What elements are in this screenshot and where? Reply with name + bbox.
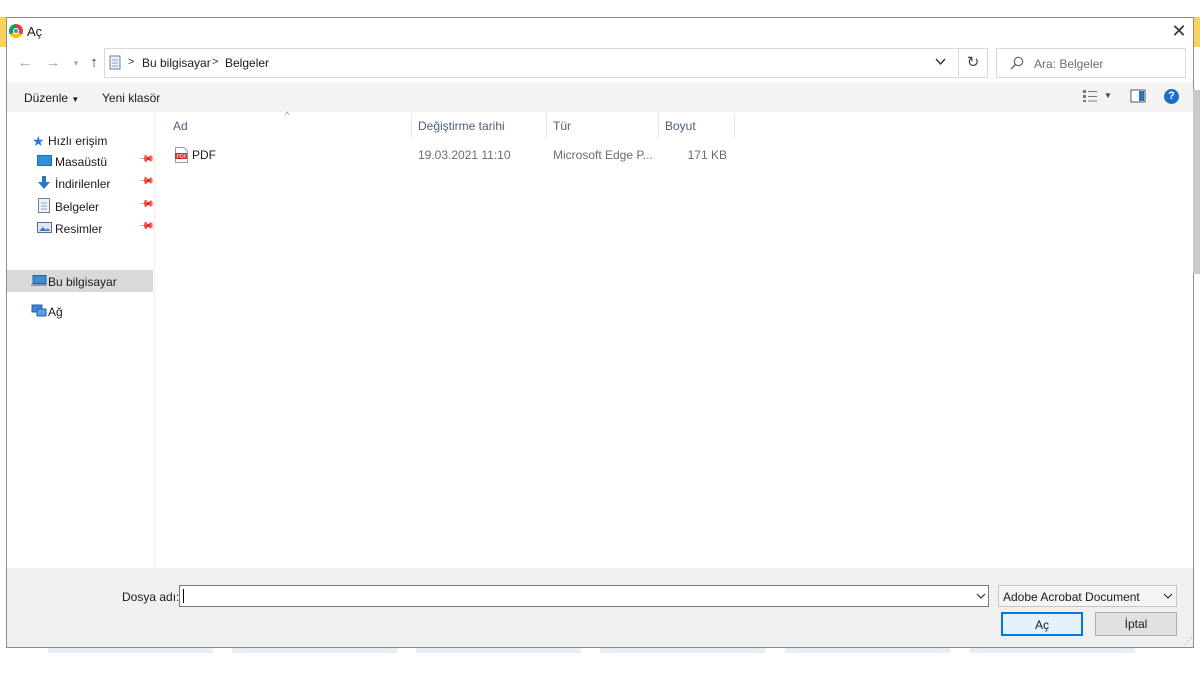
sidebar-item-label: Masaüstü xyxy=(55,155,108,169)
background-edge-right xyxy=(1194,17,1200,47)
sidebar-item-desktop[interactable]: Masaüstü 📌 xyxy=(7,151,155,173)
file-size: 171 KB xyxy=(687,148,727,162)
star-icon: ★ xyxy=(32,133,45,149)
title-bar xyxy=(7,18,1193,46)
view-options-icon[interactable] xyxy=(1082,89,1098,103)
pin-icon: 📌 xyxy=(137,151,155,168)
search-icon xyxy=(1010,56,1024,70)
open-button[interactable]: Aç xyxy=(1001,612,1083,636)
text-cursor xyxy=(183,589,184,603)
column-header-type[interactable]: Tür xyxy=(553,119,571,143)
pin-icon: 📌 xyxy=(137,218,155,235)
network-icon xyxy=(31,304,47,317)
background-tile xyxy=(970,648,1135,653)
sidebar-item-network[interactable]: Ağ xyxy=(7,300,153,322)
column-separator xyxy=(734,114,735,138)
sort-arrow-icon: ^ xyxy=(285,110,290,120)
file-name: PDF xyxy=(192,148,216,162)
sidebar-item-label: Resimler xyxy=(55,222,103,236)
command-bar xyxy=(7,82,1193,112)
view-dropdown-icon[interactable]: ▼ xyxy=(1104,91,1112,100)
breadcrumb-separator-icon: > xyxy=(128,56,135,68)
address-dropdown-icon[interactable] xyxy=(935,58,946,66)
sidebar-item-pictures[interactable]: Resimler 📌 xyxy=(7,218,155,240)
search-placeholder: Ara: Belgeler xyxy=(1034,57,1104,71)
documents-icon xyxy=(38,198,50,213)
breadcrumb-separator-icon: > xyxy=(212,56,219,68)
downloads-icon xyxy=(38,176,50,189)
background-tile xyxy=(785,648,950,653)
sidebar-item-label: Hızlı erişim xyxy=(48,134,108,148)
background-top xyxy=(0,0,1200,17)
column-header-date[interactable]: Değiştirme tarihi xyxy=(418,119,505,143)
cancel-button[interactable]: İptal xyxy=(1095,612,1177,636)
column-separator xyxy=(546,114,547,138)
file-type-selected: Adobe Acrobat Document xyxy=(1003,590,1140,604)
sidebar-item-label: Belgeler xyxy=(55,200,100,214)
help-icon[interactable]: ? xyxy=(1164,89,1179,104)
column-header-name[interactable]: Ad xyxy=(173,119,188,143)
recent-locations-dropdown[interactable]: ▾ xyxy=(66,54,86,72)
window-title: Aç xyxy=(27,24,43,39)
close-button[interactable]: ✕ xyxy=(1168,20,1190,42)
preview-pane-icon[interactable] xyxy=(1130,89,1146,103)
page-scrollbar[interactable] xyxy=(1193,90,1200,274)
sidebar-item-label: Ağ xyxy=(48,305,63,319)
file-date: 19.03.2021 11:10 xyxy=(418,148,511,162)
desktop-icon xyxy=(37,155,52,166)
organize-label: Düzenle xyxy=(24,91,69,105)
background-tile xyxy=(48,648,213,653)
column-separator xyxy=(411,114,412,138)
pin-icon: 📌 xyxy=(137,196,155,213)
pictures-icon xyxy=(37,222,52,233)
sidebar-item-quick-access[interactable]: ★ Hızlı erişim xyxy=(7,128,153,150)
sidebar-item-documents[interactable]: Belgeler 📌 xyxy=(7,196,155,218)
column-separator xyxy=(658,114,659,138)
svg-text:PDF: PDF xyxy=(177,154,187,160)
file-type: Microsoft Edge P... xyxy=(553,148,653,162)
breadcrumb-documents[interactable]: Belgeler xyxy=(225,56,269,70)
file-type-select[interactable]: Adobe Acrobat Document xyxy=(998,585,1177,607)
sidebar-item-label: Bu bilgisayar xyxy=(48,275,117,289)
refresh-button[interactable]: ↻ xyxy=(958,48,988,78)
computer-icon xyxy=(31,275,47,286)
forward-button[interactable]: → xyxy=(43,54,63,72)
background-tile xyxy=(416,648,581,653)
new-folder-button[interactable]: Yeni klasör xyxy=(102,91,160,105)
address-location-icon xyxy=(109,55,121,70)
file-row[interactable]: PDF PDF 19.03.2021 11:10 Microsoft Edge … xyxy=(170,144,736,166)
back-button[interactable]: ← xyxy=(15,54,35,72)
column-header-size[interactable]: Boyut xyxy=(665,119,696,143)
up-button[interactable]: ↑ xyxy=(84,54,104,72)
sidebar-item-this-pc[interactable]: Bu bilgisayar xyxy=(7,270,153,292)
organize-menu[interactable]: Düzenle ▼ xyxy=(24,91,79,105)
pin-icon: 📌 xyxy=(137,173,155,190)
filename-label: Dosya adı: xyxy=(122,590,180,604)
pdf-file-icon: PDF xyxy=(175,147,188,163)
breadcrumb-this-pc[interactable]: Bu bilgisayar xyxy=(142,56,211,70)
chevron-down-icon xyxy=(1163,593,1173,599)
filename-dropdown-icon[interactable] xyxy=(976,593,986,600)
resize-grip-icon[interactable]: ⋰ xyxy=(1184,636,1193,647)
background-tile xyxy=(232,648,397,653)
background-tile xyxy=(600,648,765,653)
sidebar-item-label: İndirilenler xyxy=(55,177,111,191)
filename-input[interactable] xyxy=(179,585,989,607)
chrome-app-icon xyxy=(9,24,23,38)
chevron-down-icon: ▼ xyxy=(71,95,80,104)
sidebar-item-downloads[interactable]: İndirilenler 📌 xyxy=(7,173,155,195)
